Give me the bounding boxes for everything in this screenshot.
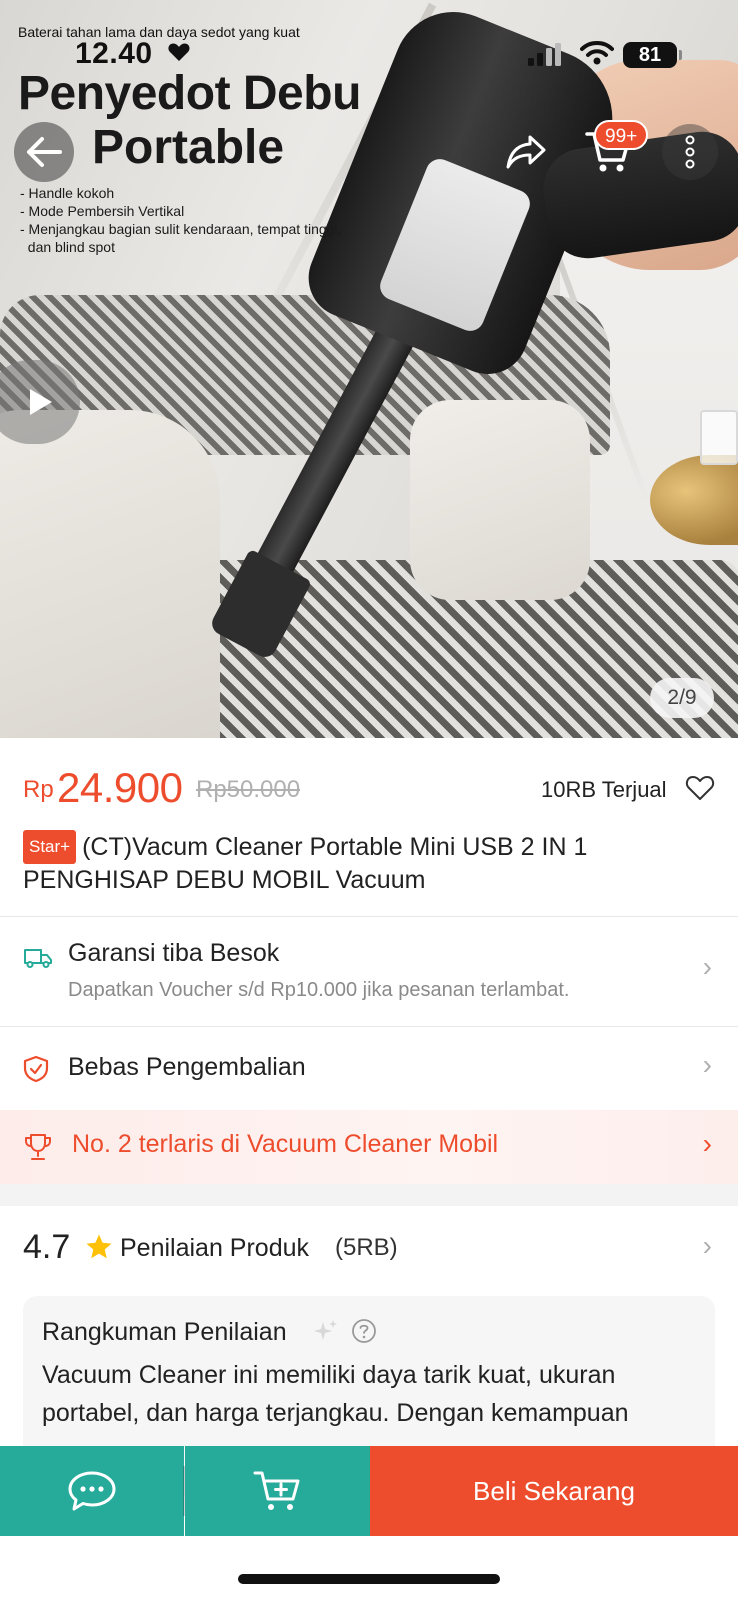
play-icon (30, 389, 52, 415)
rating-count: (5RB) (335, 1234, 398, 1261)
chat-button[interactable] (0, 1446, 184, 1536)
chevron-right-icon: › (702, 1128, 712, 1159)
rating-label: Penilaian Produk (120, 1234, 310, 1262)
help-circle-icon[interactable] (351, 1318, 377, 1344)
share-button[interactable] (496, 122, 556, 182)
free-return-row[interactable]: Bebas Pengembalian › (0, 1027, 738, 1109)
promo-feature: dan blind spot (20, 239, 115, 255)
home-indicator[interactable] (238, 1574, 500, 1584)
chevron-right-icon: › (702, 1049, 712, 1080)
returns-title: Bebas Pengembalian (68, 1053, 306, 1081)
favorite-heart-icon[interactable] (685, 774, 715, 802)
product-rating-row[interactable]: 4.7 Penilaian Produk (5RB) › (0, 1206, 738, 1282)
sold-count: 10RB Terjual (541, 777, 667, 802)
image-page-indicator: 2/9 (650, 678, 714, 718)
shipping-subtitle: Dapatkan Voucher s/d Rp10.000 jika pesan… (68, 979, 570, 1001)
price-currency: Rp (23, 776, 54, 803)
add-to-cart-button[interactable] (185, 1446, 370, 1536)
sofa-cushion (410, 400, 590, 600)
shipping-title: Garansi tiba Besok (68, 939, 280, 967)
shipping-guarantee-row[interactable]: Garansi tiba Besok Dapatkan Voucher s/d … (0, 917, 738, 1026)
product-title: Star+ (CT)Vacum Cleaner Portable Mini USB… (23, 830, 713, 896)
chevron-right-icon: › (702, 951, 712, 982)
sparkle-icon (314, 1320, 337, 1340)
buy-now-button[interactable]: Beli Sekarang (370, 1446, 738, 1536)
status-bar: 12.40 81 (0, 0, 738, 70)
star-icon (86, 1234, 112, 1259)
product-title-text: (CT)Vacum Cleaner Portable Mini USB 2 IN… (23, 833, 588, 894)
bestseller-rank-row[interactable]: No. 2 terlaris di Vacuum Cleaner Mobil › (0, 1110, 738, 1184)
price-row: Rp 24.900 Rp50.000 10RB Terjual (23, 760, 715, 811)
chat-icon (68, 1471, 116, 1511)
back-button[interactable] (14, 122, 74, 182)
add-to-cart-icon (253, 1471, 299, 1510)
truck-icon (24, 949, 52, 968)
play-video-button[interactable] (0, 360, 80, 444)
section-gap (0, 1184, 738, 1206)
status-time: 12.40 (75, 37, 153, 70)
wifi-icon (580, 41, 614, 65)
review-summary-text: Vacuum Cleaner ini memiliki daya tarik k… (42, 1361, 629, 1427)
bottom-action-bar: Beli Sekarang (0, 1446, 738, 1536)
battery-indicator: 81 (623, 42, 682, 68)
promo-feature: - Menjangkau bagian sulit kendaraan, tem… (20, 221, 342, 237)
shield-check-icon (23, 1055, 49, 1083)
chevron-right-icon: › (702, 1230, 712, 1261)
more-vertical-icon (685, 135, 695, 169)
promo-feature: - Mode Pembersih Vertikal (20, 203, 185, 219)
cart-count-badge: 99+ (594, 120, 649, 150)
product-image-carousel[interactable]: Baterai tahan lama dan daya sedot yang k… (0, 0, 738, 738)
trophy-icon (25, 1134, 51, 1160)
promo-title-line2: Portable (92, 121, 285, 174)
share-icon (506, 135, 546, 169)
heart-icon (168, 43, 190, 61)
glass (700, 410, 738, 465)
promo-feature: - Handle kokoh (20, 185, 115, 201)
sofa-armrest (0, 410, 220, 738)
bestseller-rank-text: No. 2 terlaris di Vacuum Cleaner Mobil (72, 1130, 499, 1158)
original-price: Rp50.000 (196, 776, 301, 803)
promo-title-line1: Penyedot Debu (18, 67, 361, 120)
price-value: 24.900 (57, 764, 183, 811)
star-plus-badge: Star+ (23, 830, 77, 864)
rating-score: 4.7 (23, 1228, 71, 1266)
more-options-button[interactable] (662, 124, 718, 180)
review-summary-title: Rangkuman Penilaian (42, 1318, 287, 1346)
promo-features: - Handle kokoh - Mode Pembersih Vertikal… (20, 184, 341, 256)
arrow-left-icon (27, 137, 62, 167)
cellular-signal-icon (528, 43, 561, 66)
